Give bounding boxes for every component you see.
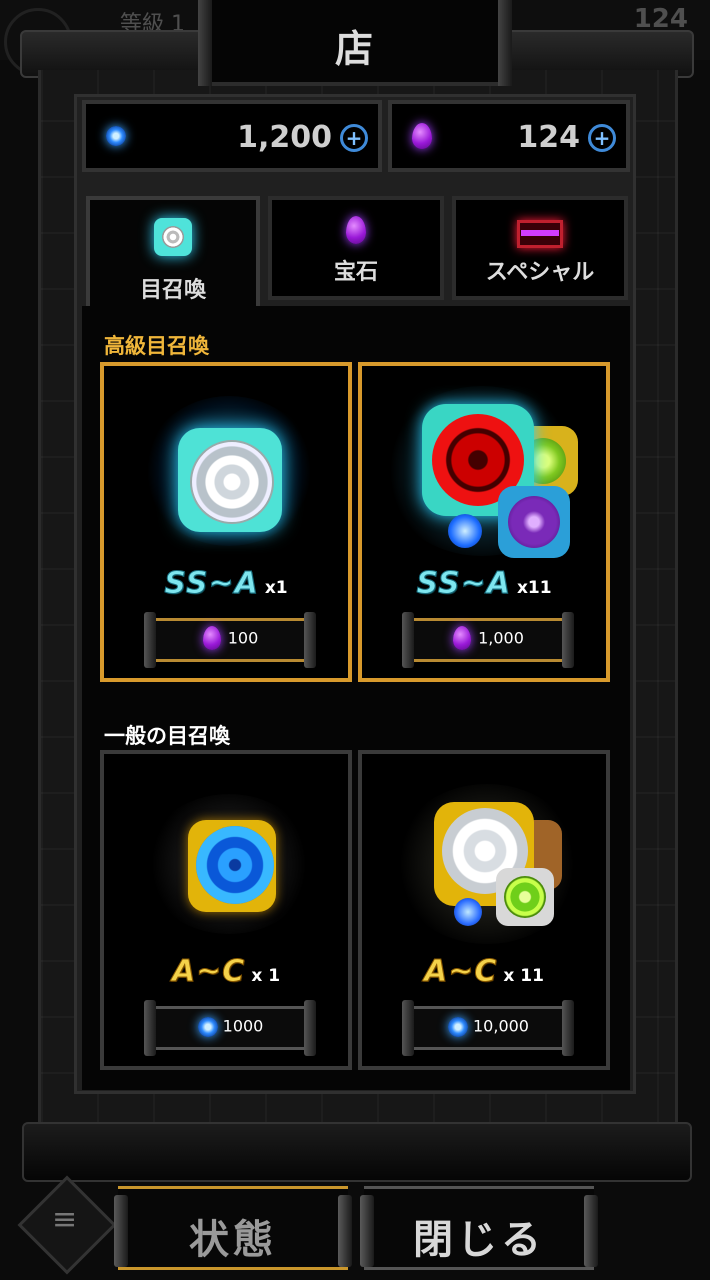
magatama-amount: 124: [517, 120, 580, 155]
normal-x1-price-button[interactable]: 1000: [144, 1000, 316, 1056]
normal-x11-count: x 11: [503, 966, 544, 986]
tab-gems[interactable]: 宝石: [268, 196, 444, 300]
normal-x11-price: 10,000: [473, 1016, 529, 1036]
tab-eye-summon-label: 目召喚: [139, 278, 206, 303]
blue-orb-icon: [197, 1016, 219, 1038]
premium-single-eye-art: [104, 376, 348, 566]
normal-x11-rank: A~C x 11: [362, 954, 606, 990]
premium-multi-eye-art: [362, 376, 606, 566]
eye-summon-icon: [150, 214, 196, 260]
blue-orb-balance: 1,200 +: [82, 100, 382, 172]
premium-x11-price-button[interactable]: 1,000: [402, 612, 574, 668]
close-button-label: 閉じる: [413, 1217, 545, 1263]
scroll-bottom-rod: [22, 1122, 692, 1182]
magatama-balance: 124 +: [388, 100, 630, 172]
tab-special[interactable]: スペシャル: [452, 196, 628, 300]
premium-section-title: 高級目召喚: [104, 334, 209, 358]
normal-x11-price-button[interactable]: 10,000: [402, 1000, 574, 1056]
title-plate: 店: [198, 0, 512, 86]
premium-x1-count: x1: [264, 578, 288, 598]
title-post-left: [198, 0, 212, 86]
treasure-chest-icon: [515, 214, 565, 250]
magatama-icon: [452, 626, 474, 650]
magatama-icon: [202, 626, 224, 650]
normal-x1-price: 1000: [222, 1016, 264, 1036]
tab-special-label: スペシャル: [485, 260, 595, 285]
normal-section-title: 一般の目召喚: [104, 724, 230, 748]
normal-x1-rank: A~C x 1: [104, 954, 348, 990]
blue-orb-amount: 1,200: [237, 120, 332, 155]
add-magatama-button[interactable]: +: [588, 124, 616, 152]
premium-x11-rank: SS~A x11: [362, 566, 606, 602]
add-blue-orb-button[interactable]: +: [340, 124, 368, 152]
shop-tabs: 目召喚 宝石 スペシャル: [86, 196, 628, 314]
normal-summon-x1-card[interactable]: A~C x 1 1000: [100, 750, 352, 1070]
gem-icon: [343, 214, 369, 248]
magatama-icon: [412, 123, 432, 149]
premium-summon-x1-card[interactable]: SS~A x1 100: [100, 362, 352, 682]
premium-summon-x11-card[interactable]: SS~A x11 1,000: [358, 362, 610, 682]
blue-orb-icon: [106, 126, 126, 146]
normal-multi-eye-art: [362, 764, 606, 954]
premium-x1-price-button[interactable]: 100: [144, 612, 316, 668]
tab-eye-summon[interactable]: 目召喚: [86, 196, 260, 314]
normal-x11-rank-letters: A~C: [424, 954, 498, 990]
status-button-label: 状態: [189, 1217, 277, 1263]
tab-gems-label: 宝石: [333, 260, 378, 285]
close-button[interactable]: 閉じる: [360, 1186, 598, 1270]
premium-x1-rank: SS~A x1: [104, 566, 348, 602]
normal-single-eye-art: [104, 764, 348, 954]
normal-x1-count: x 1: [251, 966, 281, 986]
premium-x1-rank-letters: SS~A: [164, 566, 259, 602]
menu-icon: ≡: [52, 1202, 78, 1237]
premium-x1-price: 100: [227, 628, 259, 648]
title-post-right: [498, 0, 512, 86]
premium-x11-price: 1,000: [478, 628, 524, 648]
premium-x11-count: x11: [516, 578, 552, 598]
normal-x1-rank-letters: A~C: [171, 954, 246, 990]
status-button[interactable]: 状態: [114, 1186, 352, 1270]
premium-x11-rank-letters: SS~A: [416, 566, 511, 602]
blue-orb-icon: [447, 1016, 469, 1038]
normal-summon-x11-card[interactable]: A~C x 11 10,000: [358, 750, 610, 1070]
page-title: 店: [334, 27, 375, 71]
